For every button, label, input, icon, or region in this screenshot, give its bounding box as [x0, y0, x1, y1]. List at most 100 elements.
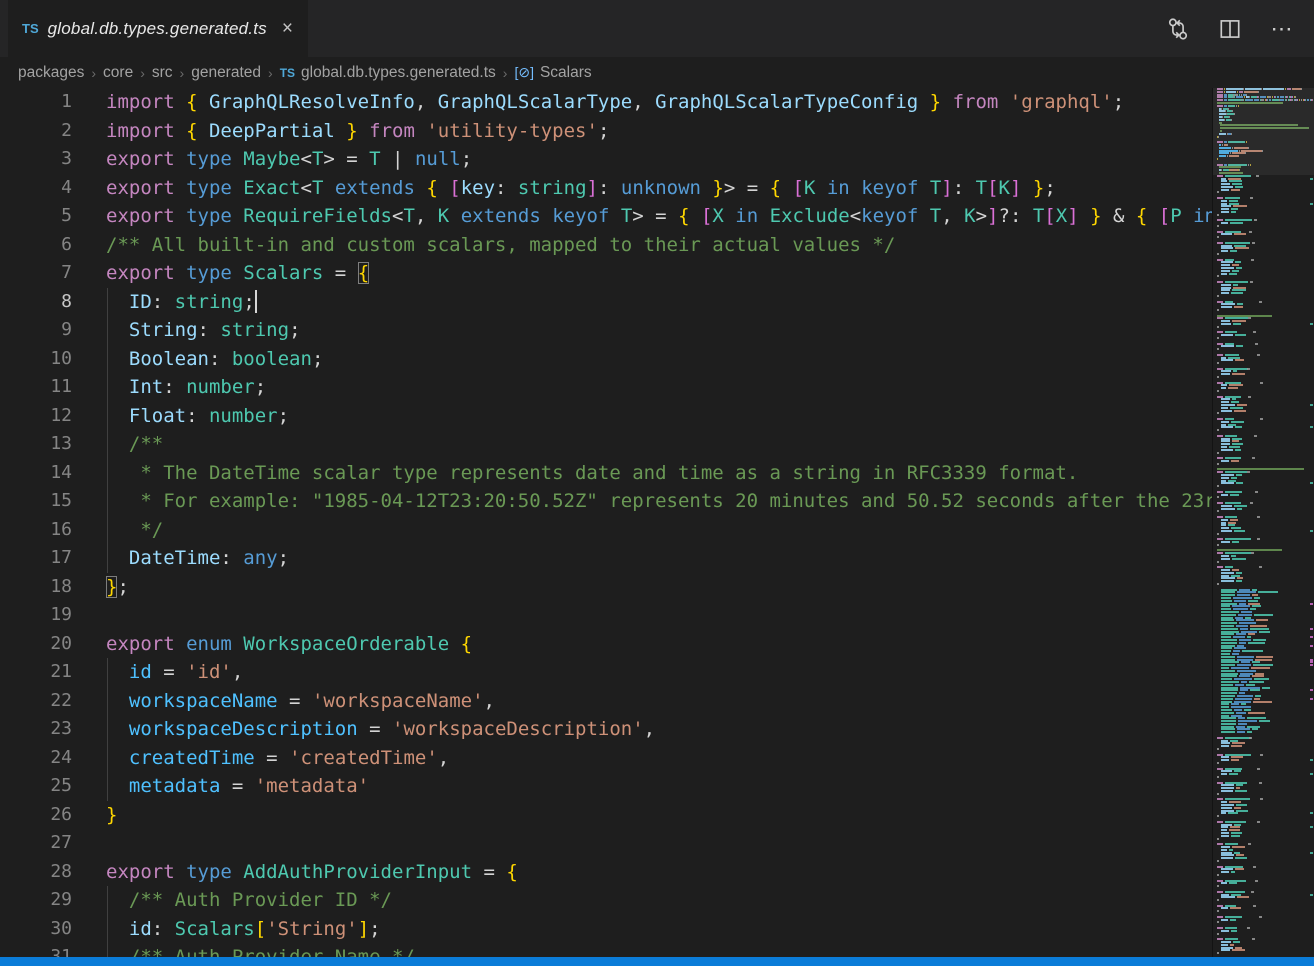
code-line[interactable]: 4export type Exact<T extends { [key: str…: [0, 174, 1212, 203]
breadcrumb-separator: ›: [91, 65, 96, 81]
tab-bar: TS global.db.types.generated.ts ×: [0, 0, 1314, 57]
breadcrumb-separator: ›: [268, 65, 273, 81]
code-text: export type Maybe<T> = T | null;: [72, 145, 472, 174]
line-number[interactable]: 2: [0, 117, 72, 146]
line-number[interactable]: 16: [0, 516, 72, 545]
code-text: export type Scalars = {: [72, 259, 369, 288]
breadcrumb-item-core[interactable]: core: [103, 64, 133, 82]
line-number[interactable]: 31: [0, 943, 72, 957]
status-bar: [0, 957, 1314, 966]
split-editor-icon[interactable]: [1216, 15, 1244, 43]
code-area[interactable]: 1import { GraphQLResolveInfo, GraphQLSca…: [0, 88, 1212, 957]
code-line[interactable]: 26}: [0, 801, 1212, 830]
code-line[interactable]: 9 String: string;: [0, 316, 1212, 345]
line-number[interactable]: 13: [0, 430, 72, 459]
code-line[interactable]: 23 workspaceDescription = 'workspaceDesc…: [0, 715, 1212, 744]
code-line[interactable]: 7export type Scalars = {: [0, 259, 1212, 288]
line-number[interactable]: 6: [0, 231, 72, 260]
typescript-file-icon: TS: [280, 66, 295, 80]
breadcrumb-item-file[interactable]: global.db.types.generated.ts: [301, 64, 496, 82]
breadcrumb-item-generated[interactable]: generated: [191, 64, 261, 82]
code-text: /** Auth Provider Name */: [72, 943, 415, 957]
line-number[interactable]: 4: [0, 174, 72, 203]
line-number[interactable]: 12: [0, 402, 72, 431]
close-icon[interactable]: ×: [282, 19, 293, 38]
text-cursor: [255, 290, 257, 313]
more-actions-icon[interactable]: ⋯: [1268, 15, 1296, 43]
line-number[interactable]: 18: [0, 573, 72, 602]
code-line[interactable]: 12 Float: number;: [0, 402, 1212, 431]
code-line[interactable]: 11 Int: number;: [0, 373, 1212, 402]
line-number[interactable]: 28: [0, 858, 72, 887]
minimap-slider[interactable]: [1213, 88, 1314, 175]
line-number[interactable]: 30: [0, 915, 72, 944]
code-text: String: string;: [72, 316, 301, 345]
line-number[interactable]: 24: [0, 744, 72, 773]
code-text: createdTime = 'createdTime',: [72, 744, 449, 773]
breadcrumb-item-symbol[interactable]: Scalars: [540, 64, 592, 82]
tab-global-db-types-generated[interactable]: TS global.db.types.generated.ts ×: [8, 0, 308, 57]
line-number[interactable]: 17: [0, 544, 72, 573]
breadcrumb-item-src[interactable]: src: [152, 64, 173, 82]
code-line[interactable]: 13 /**: [0, 430, 1212, 459]
line-number[interactable]: 20: [0, 630, 72, 659]
code-text: export enum WorkspaceOrderable {: [72, 630, 472, 659]
code-line[interactable]: 10 Boolean: boolean;: [0, 345, 1212, 374]
code-line[interactable]: 5export type RequireFields<T, K extends …: [0, 202, 1212, 231]
code-line[interactable]: 22 workspaceName = 'workspaceName',: [0, 687, 1212, 716]
code-line[interactable]: 31 /** Auth Provider Name */: [0, 943, 1212, 957]
code-text: workspaceDescription = 'workspaceDescrip…: [72, 715, 655, 744]
code-line[interactable]: 21 id = 'id',: [0, 658, 1212, 687]
code-line[interactable]: 19: [0, 601, 1212, 630]
code-line[interactable]: 17 DateTime: any;: [0, 544, 1212, 573]
line-number[interactable]: 21: [0, 658, 72, 687]
line-number[interactable]: 27: [0, 829, 72, 858]
code-line[interactable]: 18};: [0, 573, 1212, 602]
code-line[interactable]: 16 */: [0, 516, 1212, 545]
code-text: Float: number;: [72, 402, 289, 431]
line-number[interactable]: 9: [0, 316, 72, 345]
line-number[interactable]: 3: [0, 145, 72, 174]
line-number[interactable]: 22: [0, 687, 72, 716]
code-line[interactable]: 30 id: Scalars['String'];: [0, 915, 1212, 944]
line-number[interactable]: 25: [0, 772, 72, 801]
line-number[interactable]: 1: [0, 88, 72, 117]
line-number[interactable]: 26: [0, 801, 72, 830]
code-line[interactable]: 27: [0, 829, 1212, 858]
line-number[interactable]: 7: [0, 259, 72, 288]
code-line[interactable]: 6/** All built-in and custom scalars, ma…: [0, 231, 1212, 260]
minimap[interactable]: [1212, 88, 1314, 957]
line-number[interactable]: 23: [0, 715, 72, 744]
code-line[interactable]: 20export enum WorkspaceOrderable {: [0, 630, 1212, 659]
code-text: [72, 601, 106, 630]
line-number[interactable]: 11: [0, 373, 72, 402]
open-changes-icon[interactable]: [1164, 15, 1192, 43]
line-number[interactable]: 10: [0, 345, 72, 374]
code-text: * The DateTime scalar type represents da…: [72, 459, 1078, 488]
code-line[interactable]: 1import { GraphQLResolveInfo, GraphQLSca…: [0, 88, 1212, 117]
code-line[interactable]: 2import { DeepPartial } from 'utility-ty…: [0, 117, 1212, 146]
code-text: Boolean: boolean;: [72, 345, 323, 374]
code-text: id: Scalars['String'];: [72, 915, 381, 944]
breadcrumb-item-packages[interactable]: packages: [18, 64, 84, 82]
line-number[interactable]: 29: [0, 886, 72, 915]
code-text: * For example: "1985-04-12T23:20:50.52Z"…: [72, 487, 1212, 516]
line-number[interactable]: 19: [0, 601, 72, 630]
code-line[interactable]: 29 /** Auth Provider ID */: [0, 886, 1212, 915]
line-number[interactable]: 14: [0, 459, 72, 488]
code-text: */: [72, 516, 163, 545]
code-line[interactable]: 14 * The DateTime scalar type represents…: [0, 459, 1212, 488]
line-number[interactable]: 15: [0, 487, 72, 516]
code-editor[interactable]: 1import { GraphQLResolveInfo, GraphQLSca…: [0, 88, 1314, 957]
code-text: export type AddAuthProviderInput = {: [72, 858, 518, 887]
code-line[interactable]: 8 ID: string;: [0, 288, 1212, 317]
code-line[interactable]: 3export type Maybe<T> = T | null;: [0, 145, 1212, 174]
line-number[interactable]: 5: [0, 202, 72, 231]
code-line[interactable]: 15 * For example: "1985-04-12T23:20:50.5…: [0, 487, 1212, 516]
code-text: import { DeepPartial } from 'utility-typ…: [72, 117, 609, 146]
code-line[interactable]: 24 createdTime = 'createdTime',: [0, 744, 1212, 773]
line-number[interactable]: 8: [0, 288, 72, 317]
code-line[interactable]: 28export type AddAuthProviderInput = {: [0, 858, 1212, 887]
typescript-file-icon: TS: [22, 21, 39, 36]
code-line[interactable]: 25 metadata = 'metadata': [0, 772, 1212, 801]
